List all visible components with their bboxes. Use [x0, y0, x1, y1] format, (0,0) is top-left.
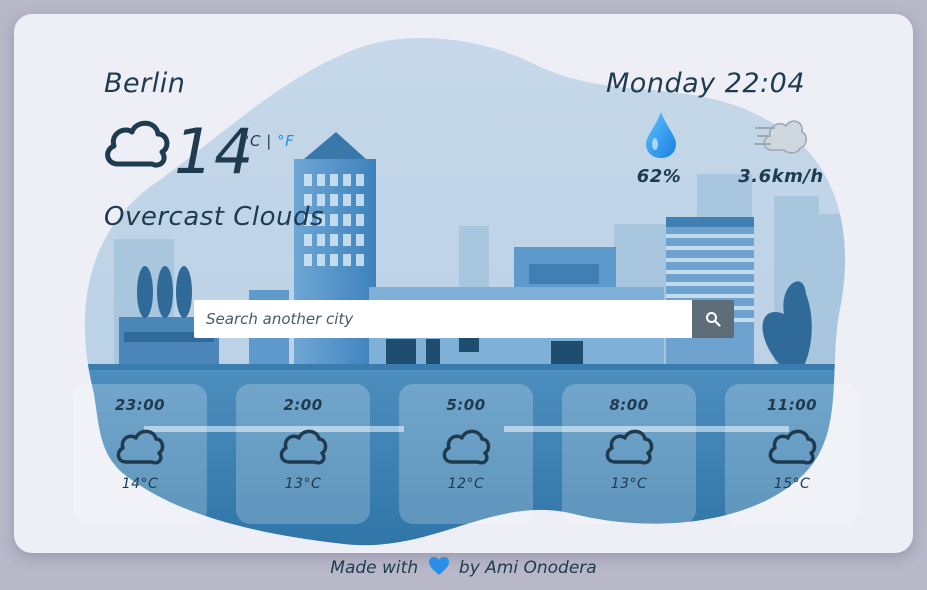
forecast-time: 8:00	[609, 396, 649, 414]
search-input[interactable]	[194, 300, 692, 338]
weather-card: Berlin Monday 22:04 14 °C | °F Overcast …	[14, 14, 913, 553]
forecast-item: 2:00 13°C	[236, 384, 370, 524]
water-drop-icon	[646, 112, 676, 158]
forecast-temp: 15°C	[773, 476, 811, 492]
humidity-value: 62%	[636, 166, 682, 187]
unit-fahrenheit[interactable]: °F	[277, 132, 294, 150]
cloud-icon	[768, 429, 817, 465]
unit-celsius[interactable]: °C	[242, 132, 261, 150]
forecast-time: 23:00	[114, 396, 166, 414]
unit-separator: |	[260, 132, 278, 150]
search-button[interactable]	[692, 300, 734, 338]
city-name: Berlin	[104, 68, 186, 99]
forecast-temp: 13°C	[610, 476, 648, 492]
cloud-icon	[116, 429, 165, 465]
hourly-forecast: 23:00 14°C 2:00 13°C 5:00 12°C 8:00 13°C…	[73, 384, 861, 524]
forecast-temp: 13°C	[284, 476, 322, 492]
unit-toggle: °C | °F	[242, 132, 294, 150]
current-temperature: 14	[174, 115, 254, 188]
heart-icon	[428, 557, 449, 575]
current-datetime: Monday 22:04	[606, 68, 805, 99]
search-icon	[706, 312, 721, 327]
weather-description: Overcast Clouds	[104, 202, 325, 232]
cloud-icon	[279, 429, 328, 465]
cloud-icon	[105, 120, 170, 168]
forecast-time: 2:00	[283, 396, 323, 414]
city-search	[194, 300, 734, 338]
forecast-time: 11:00	[766, 396, 818, 414]
forecast-temp: 14°C	[121, 476, 159, 492]
forecast-item: 5:00 12°C	[399, 384, 533, 524]
cloud-icon	[605, 429, 654, 465]
forecast-time: 5:00	[446, 396, 486, 414]
forecast-item: 8:00 13°C	[562, 384, 696, 524]
forecast-item: 23:00 14°C	[73, 384, 207, 524]
wind-icon	[754, 120, 807, 154]
footer-author: by Ami Onodera	[458, 558, 597, 578]
forecast-item: 11:00 15°C	[725, 384, 859, 524]
cloud-icon	[442, 429, 491, 465]
forecast-temp: 12°C	[447, 476, 485, 492]
wind-speed-value: 3.6km/h	[738, 166, 824, 187]
footer-prefix: Made with	[330, 558, 419, 578]
footer-credit: Made with by Ami Onodera	[0, 556, 927, 578]
